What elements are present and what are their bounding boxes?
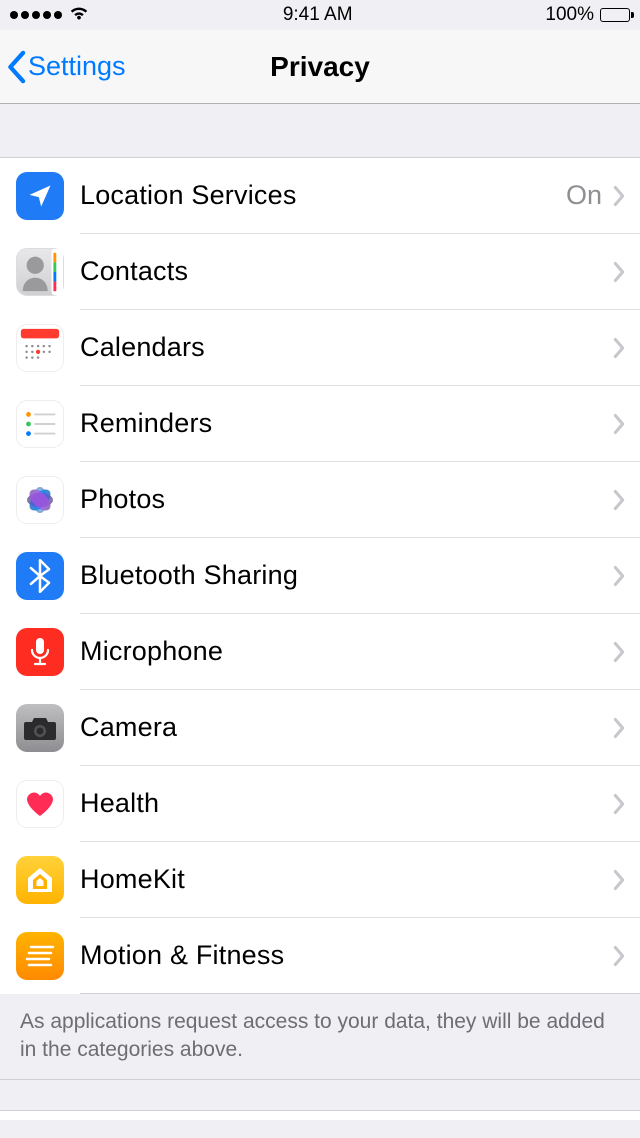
- row-motion-fitness[interactable]: Motion & Fitness: [0, 918, 640, 994]
- calendars-icon: [16, 324, 64, 372]
- status-left: [10, 4, 90, 26]
- row-value: On: [566, 180, 602, 211]
- row-label: Photos: [80, 484, 612, 515]
- row-photos[interactable]: Photos: [0, 462, 640, 538]
- homekit-icon: [16, 856, 64, 904]
- row-label: Reminders: [80, 408, 612, 439]
- row-label: Motion & Fitness: [80, 940, 612, 971]
- camera-icon: [16, 704, 64, 752]
- chevron-right-icon: [612, 717, 626, 739]
- chevron-right-icon: [612, 565, 626, 587]
- chevron-right-icon: [612, 793, 626, 815]
- status-right: 100%: [545, 4, 630, 26]
- motion-icon: [16, 932, 64, 980]
- row-label: Location Services: [80, 180, 566, 211]
- reminders-icon: [16, 400, 64, 448]
- row-health[interactable]: Health: [0, 766, 640, 842]
- row-label: Contacts: [80, 256, 612, 287]
- contacts-icon: [16, 248, 64, 296]
- battery-percent: 100%: [545, 4, 594, 26]
- row-location-services[interactable]: Location Services On: [0, 158, 640, 234]
- row-reminders[interactable]: Reminders: [0, 386, 640, 462]
- location-icon: [16, 172, 64, 220]
- page-title: Privacy: [270, 51, 370, 83]
- privacy-list: Location Services On Contacts Calendars …: [0, 158, 640, 994]
- row-label: Health: [80, 788, 612, 819]
- chevron-right-icon: [612, 489, 626, 511]
- chevron-right-icon: [612, 945, 626, 967]
- status-time: 9:41 AM: [283, 4, 353, 26]
- chevron-left-icon: [6, 50, 26, 84]
- row-bluetooth-sharing[interactable]: Bluetooth Sharing: [0, 538, 640, 614]
- nav-bar: Settings Privacy: [0, 30, 640, 104]
- row-label: Microphone: [80, 636, 612, 667]
- back-label: Settings: [28, 51, 126, 82]
- row-label: Bluetooth Sharing: [80, 560, 612, 591]
- battery-icon: [600, 8, 630, 22]
- row-contacts[interactable]: Contacts: [0, 234, 640, 310]
- chevron-right-icon: [612, 413, 626, 435]
- section-spacer: [0, 104, 640, 158]
- cell-signal-icon: [10, 11, 62, 19]
- health-icon: [16, 780, 64, 828]
- row-homekit[interactable]: HomeKit: [0, 842, 640, 918]
- row-calendars[interactable]: Calendars: [0, 310, 640, 386]
- photos-icon: [16, 476, 64, 524]
- section-footer: As applications request access to your d…: [0, 994, 640, 1080]
- chevron-right-icon: [612, 869, 626, 891]
- bluetooth-icon: [16, 552, 64, 600]
- status-bar: 9:41 AM 100%: [0, 0, 640, 30]
- next-section-peek: [0, 1110, 640, 1120]
- wifi-icon: [68, 4, 90, 26]
- chevron-right-icon: [612, 261, 626, 283]
- row-camera[interactable]: Camera: [0, 690, 640, 766]
- back-button[interactable]: Settings: [6, 30, 126, 103]
- chevron-right-icon: [612, 641, 626, 663]
- row-label: Calendars: [80, 332, 612, 363]
- row-label: HomeKit: [80, 864, 612, 895]
- microphone-icon: [16, 628, 64, 676]
- row-label: Camera: [80, 712, 612, 743]
- chevron-right-icon: [612, 185, 626, 207]
- chevron-right-icon: [612, 337, 626, 359]
- row-microphone[interactable]: Microphone: [0, 614, 640, 690]
